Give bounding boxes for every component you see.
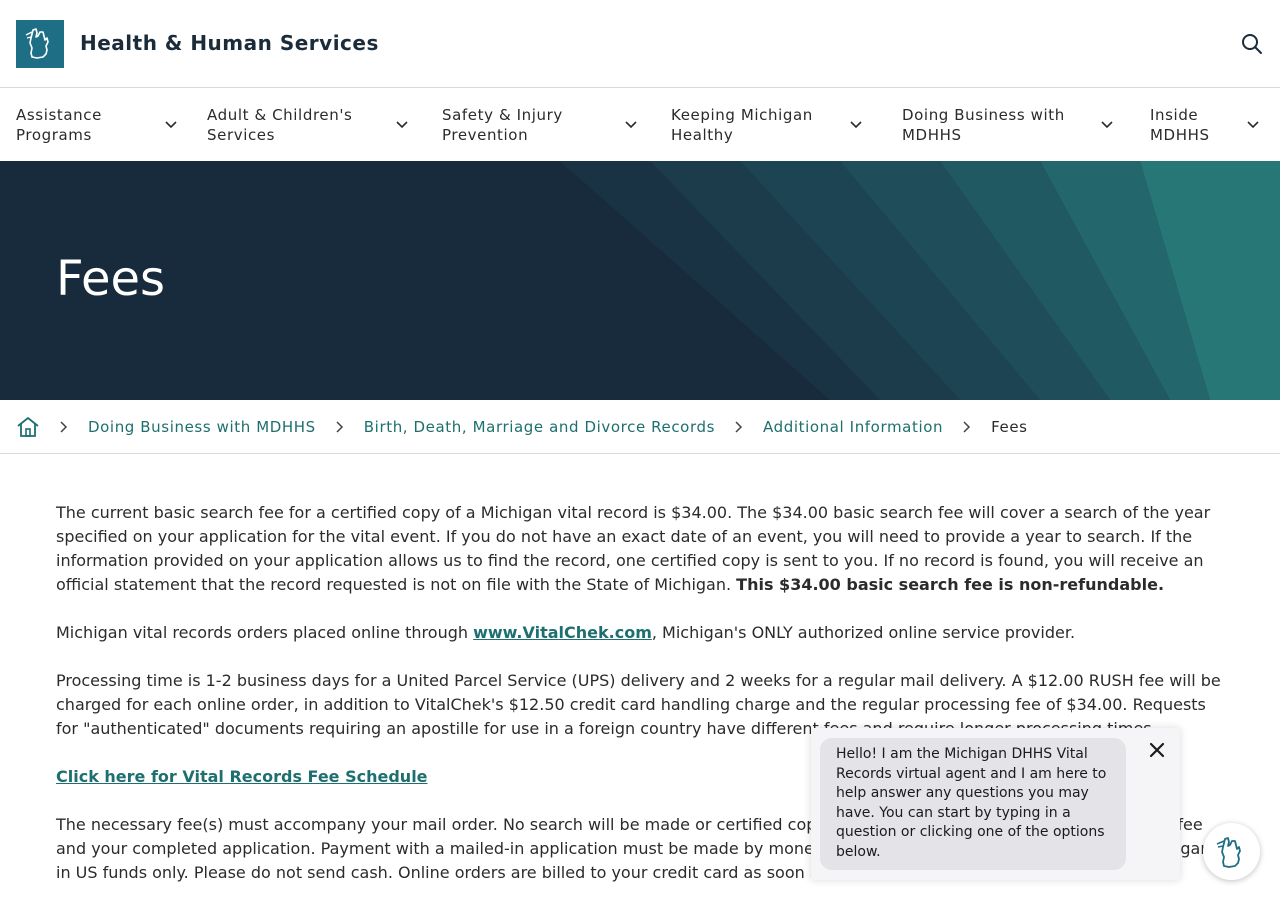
breadcrumb-link-additional-info[interactable]: Additional Information [763, 418, 943, 436]
chevron-right-icon [52, 420, 76, 433]
site-title[interactable]: Health & Human Services [80, 31, 379, 55]
search-icon[interactable] [1238, 30, 1266, 58]
chevron-right-icon [727, 420, 751, 433]
nav-item-label: Adult & Children's Services [207, 106, 353, 144]
michigan-mitten-chat-icon[interactable] [1203, 823, 1260, 880]
chevron-down-icon [164, 118, 178, 132]
paragraph-text: , Michigan's ONLY authorized online serv… [651, 623, 1076, 642]
hero-banner: Fees [0, 161, 1280, 400]
page-title: Fees [56, 251, 166, 307]
non-refundable-note: This $34.00 basic search fee is non-refu… [736, 575, 1165, 594]
nav-item-label: Inside MDHHS [1150, 106, 1210, 144]
nav-item-keeping-michigan-healthy[interactable]: Keeping Michigan Healthy [671, 105, 863, 145]
fee-schedule-link[interactable]: Click here for Vital Records Fee Schedul… [56, 767, 428, 786]
close-icon[interactable] [1146, 739, 1168, 761]
chevron-down-icon [395, 118, 409, 132]
breadcrumb-link-doing-business[interactable]: Doing Business with MDHHS [88, 418, 316, 436]
paragraph-vitalchek: Michigan vital records orders placed onl… [56, 621, 1226, 645]
chat-panel: Hello! I am the Michigan DHHS Vital Reco… [811, 728, 1180, 880]
paragraph-basic-fee: The current basic search fee for a certi… [56, 501, 1226, 597]
breadcrumb: Doing Business with MDHHS Birth, Death, … [0, 400, 1280, 454]
site-header: Health & Human Services [0, 0, 1280, 88]
paragraph-text: Michigan vital records orders placed onl… [56, 623, 474, 642]
chevron-right-icon [328, 420, 352, 433]
nav-item-label: Assistance Programs [16, 106, 102, 144]
chat-message: Hello! I am the Michigan DHHS Vital Reco… [820, 738, 1126, 870]
nav-item-assistance-programs[interactable]: Assistance Programs [16, 105, 178, 145]
nav-item-label: Safety & Injury Prevention [442, 106, 563, 144]
breadcrumb-link-records[interactable]: Birth, Death, Marriage and Divorce Recor… [364, 418, 715, 436]
hero-background-graphic [560, 161, 1280, 400]
nav-item-label: Keeping Michigan Healthy [671, 106, 813, 144]
chevron-down-icon [1246, 118, 1260, 132]
chevron-down-icon [624, 118, 638, 132]
chevron-down-icon [849, 118, 863, 132]
nav-item-safety-injury-prevention[interactable]: Safety & Injury Prevention [442, 105, 638, 145]
breadcrumb-current: Fees [991, 417, 1028, 436]
vitalchek-link[interactable]: www.VitalChek.com [473, 623, 652, 642]
nav-item-adult-childrens-services[interactable]: Adult & Children's Services [207, 105, 409, 145]
home-icon[interactable] [16, 415, 40, 439]
chevron-right-icon [955, 420, 979, 433]
nav-item-doing-business-with-mdhhs[interactable]: Doing Business with MDHHS [902, 105, 1114, 145]
michigan-mitten-icon[interactable] [16, 20, 64, 68]
chevron-down-icon [1100, 118, 1114, 132]
main-navigation: Assistance Programs Adult & Children's S… [0, 89, 1280, 161]
nav-item-inside-mdhhs[interactable]: Inside MDHHS [1150, 105, 1260, 145]
nav-item-label: Doing Business with MDHHS [902, 106, 1065, 144]
